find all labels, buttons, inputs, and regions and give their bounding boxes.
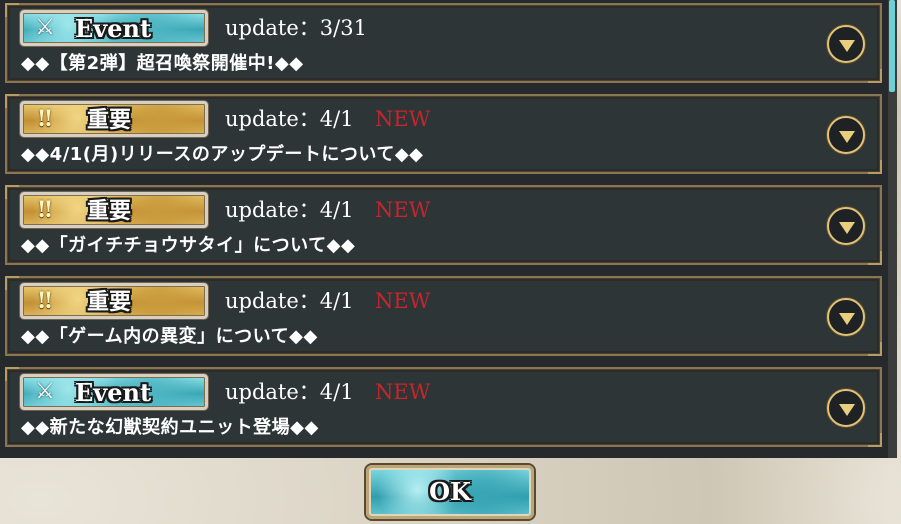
ok-button-label: OK	[429, 477, 471, 506]
badge-label: Event	[75, 378, 152, 407]
crossed-swords-icon: ⚔	[35, 15, 55, 40]
news-title: ◆◆【第2弾】超召喚祭開催中!◆◆	[21, 53, 304, 74]
expand-chevron-icon[interactable]	[827, 116, 865, 154]
badge-label: Event	[75, 14, 152, 43]
expand-chevron-icon[interactable]	[827, 25, 865, 63]
scrollbar-thumb[interactable]	[889, 0, 895, 92]
new-label: NEW	[375, 289, 431, 313]
double-exclamation-icon: ‼	[38, 106, 52, 132]
update-date: update：4/1	[225, 107, 354, 131]
double-exclamation-icon: ‼	[38, 288, 52, 314]
update-date: update：4/1	[225, 198, 354, 222]
update-date: update：4/1	[225, 289, 354, 313]
new-label: NEW	[375, 107, 431, 131]
category-badge-important: ‼ 重要	[20, 283, 208, 319]
news-title: ◆◆新たな幻獣契約ユニット登場◆◆	[21, 417, 319, 438]
news-title: ◆◆4/1(月)リリースのアップデートについて◆◆	[21, 144, 424, 165]
category-badge-important: ‼ 重要	[20, 192, 208, 228]
expand-chevron-icon[interactable]	[827, 207, 865, 245]
news-title: ◆◆「ガイチチョウサタイ」について◆◆	[21, 235, 356, 256]
update-date: update：3/31	[225, 16, 367, 40]
badge-label: 重要	[87, 289, 132, 315]
news-item-2[interactable]: ‼ 重要 update：4/1 NEW ◆◆4/1(月)リリースのアップデートに…	[5, 94, 882, 174]
new-label: NEW	[375, 198, 431, 222]
category-badge-important: ‼ 重要	[20, 101, 208, 137]
news-title: ◆◆「ゲーム内の異変」について◆◆	[21, 326, 318, 347]
expand-chevron-icon[interactable]	[827, 298, 865, 336]
expand-chevron-icon[interactable]	[827, 389, 865, 427]
crossed-swords-icon: ⚔	[35, 379, 55, 404]
ok-button[interactable]: OK	[366, 465, 534, 519]
badge-label: 重要	[87, 107, 132, 133]
news-item-1[interactable]: ⚔ Event update：3/31 ◆◆【第2弾】超召喚祭開催中!◆◆	[5, 3, 882, 83]
category-badge-event: ⚔ Event	[20, 374, 208, 410]
double-exclamation-icon: ‼	[38, 197, 52, 223]
news-item-3[interactable]: ‼ 重要 update：4/1 NEW ◆◆「ガイチチョウサタイ」について◆◆	[5, 185, 882, 265]
update-date: update：4/1	[225, 380, 354, 404]
new-label: NEW	[375, 380, 431, 404]
category-badge-event: ⚔ Event	[20, 10, 208, 46]
news-item-4[interactable]: ‼ 重要 update：4/1 NEW ◆◆「ゲーム内の異変」について◆◆	[5, 276, 882, 356]
news-list[interactable]: ⚔ Event update：3/31 ◆◆【第2弾】超召喚祭開催中!◆◆ ‼ …	[0, 0, 888, 458]
badge-label: 重要	[87, 198, 132, 224]
news-item-5[interactable]: ⚔ Event update：4/1 NEW ◆◆新たな幻獣契約ユニット登場◆◆	[5, 367, 882, 447]
